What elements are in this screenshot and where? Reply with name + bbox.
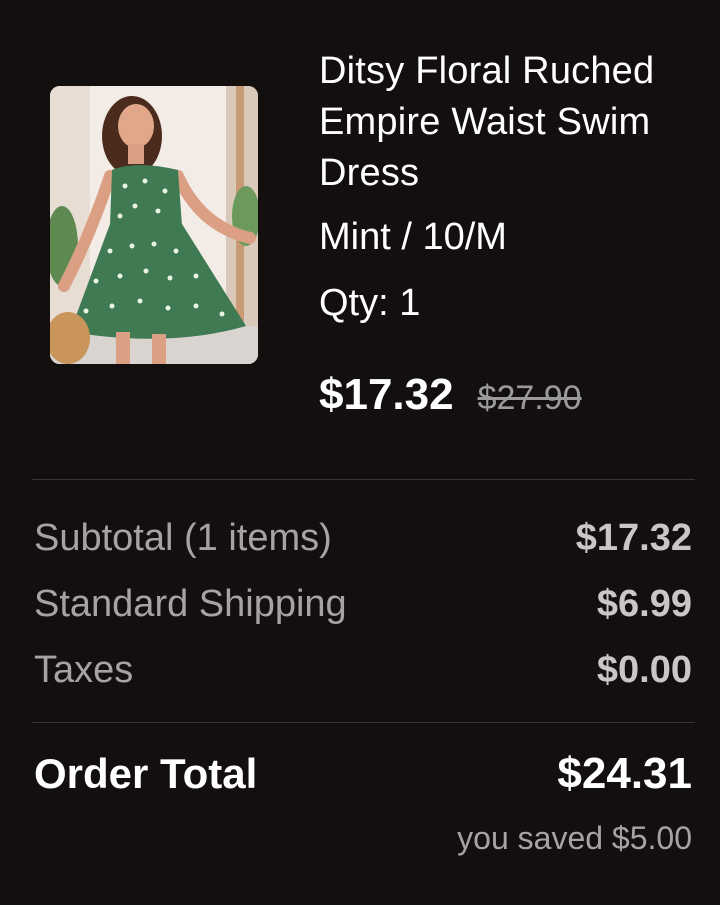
product-variant: Mint / 10/M bbox=[319, 216, 507, 258]
divider-bottom bbox=[32, 722, 695, 723]
subtotal-value: $17.32 bbox=[575, 516, 692, 559]
current-price: $17.32 bbox=[319, 370, 454, 419]
summary-row-subtotal: Subtotal (1 items) $17.32 bbox=[34, 512, 692, 564]
order-total-row: Order Total $24.31 bbox=[34, 746, 692, 802]
taxes-label: Taxes bbox=[34, 648, 134, 691]
price-group: $17.32 $27.90 bbox=[319, 370, 582, 424]
summary-row-shipping: Standard Shipping $6.99 bbox=[34, 578, 692, 630]
savings-text: you saved $5.00 bbox=[457, 820, 692, 856]
summary-row-taxes: Taxes $0.00 bbox=[34, 644, 692, 696]
shipping-label: Standard Shipping bbox=[34, 582, 347, 625]
product-image[interactable] bbox=[50, 86, 258, 364]
order-total-label: Order Total bbox=[34, 750, 258, 797]
order-total-value: $24.31 bbox=[557, 749, 692, 798]
original-price: $27.90 bbox=[477, 379, 582, 417]
product-quantity: Qty: 1 bbox=[319, 282, 421, 324]
subtotal-label: Subtotal (1 items) bbox=[34, 516, 332, 559]
taxes-value: $0.00 bbox=[596, 648, 692, 691]
product-photo-icon bbox=[50, 86, 258, 364]
cart-item: Ditsy Floral Ruched Empire Waist Swim Dr… bbox=[0, 0, 720, 480]
shipping-value: $6.99 bbox=[596, 582, 692, 625]
divider-top bbox=[32, 479, 695, 480]
product-title[interactable]: Ditsy Floral Ruched Empire Waist Swim Dr… bbox=[319, 46, 699, 199]
